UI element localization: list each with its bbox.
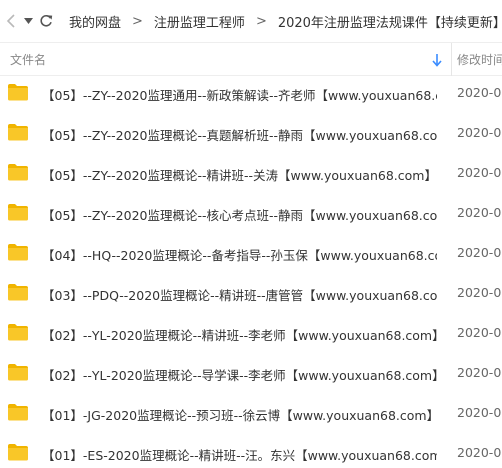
sort-arrow-icon[interactable] — [431, 52, 443, 67]
toolbar: 我的网盘 > 注册监理工程师 > 2020年注册监理法规课件【持续更新】 — [0, 0, 502, 42]
file-row[interactable]: 【03】--PDQ--2020监理概论--精讲班--唐管管【www.youxua… — [0, 276, 502, 316]
breadcrumb-separator: > — [255, 13, 267, 29]
file-modified-date: 2020-06 — [457, 125, 502, 140]
file-row[interactable]: 【04】--HQ--2020监理概论--备考指导--孙玉保【www.youxua… — [0, 236, 502, 276]
column-header-modified[interactable]: 修改时间 — [457, 51, 502, 68]
file-name[interactable]: 【01】-JG-2020监理概论--预习班--徐云博【www.youxuan68… — [42, 405, 437, 424]
file-name[interactable]: 【02】--YL-2020监理概论--导学课--李老师【www.youxuan6… — [42, 365, 437, 384]
column-divider[interactable] — [451, 43, 452, 76]
file-row[interactable]: 【05】--ZY--2020监理概论--真题解析班--静雨【www.youxua… — [0, 116, 502, 156]
file-name[interactable]: 【04】--HQ--2020监理概论--备考指导--孙玉保【www.youxua… — [42, 245, 437, 264]
file-modified-date: 2020-06 — [457, 405, 502, 420]
file-name[interactable]: 【05】--ZY--2020监理通用--新政策解读--齐老师【www.youxu… — [42, 85, 437, 104]
chevron-left-icon — [6, 14, 15, 28]
file-modified-date: 2020-06 — [457, 445, 502, 460]
file-name[interactable]: 【05】--ZY--2020监理概论--精讲班--关涛【www.youxuan6… — [42, 165, 437, 184]
file-row[interactable]: 【01】-ES-2020监理概论--精讲班--汪。东兴【www.youxuan6… — [0, 436, 502, 468]
file-modified-date: 2020-06 — [457, 245, 502, 260]
file-modified-date: 2020-06 — [457, 325, 502, 340]
file-list-header: 文件名 修改时间 — [0, 42, 502, 76]
refresh-icon — [40, 14, 53, 27]
file-modified-date: 2020-06 — [457, 205, 502, 220]
folder-icon — [8, 284, 28, 301]
file-modified-date: 2020-06 — [457, 365, 502, 380]
file-modified-date: 2020-06 — [457, 285, 502, 300]
folder-icon — [8, 324, 28, 341]
file-list: 【05】--ZY--2020监理通用--新政策解读--齐老师【www.youxu… — [0, 76, 502, 468]
folder-icon — [8, 84, 28, 101]
file-name[interactable]: 【05】--ZY--2020监理概论--真题解析班--静雨【www.youxua… — [42, 125, 437, 144]
breadcrumb-current[interactable]: 2020年注册监理法规课件【持续更新】 — [278, 12, 502, 31]
folder-icon — [8, 444, 28, 461]
file-row[interactable]: 【05】--ZY--2020监理概论--核心考点班--静雨【www.youxua… — [0, 196, 502, 236]
file-modified-date: 2020-06 — [457, 85, 502, 100]
file-row[interactable]: 【05】--ZY--2020监理通用--新政策解读--齐老师【www.youxu… — [0, 76, 502, 116]
file-name[interactable]: 【02】--YL-2020监理概论--精讲班--李老师【www.youxuan6… — [42, 325, 437, 344]
file-name[interactable]: 【01】-ES-2020监理概论--精讲班--汪。东兴【www.youxuan6… — [42, 445, 437, 464]
file-name[interactable]: 【03】--PDQ--2020监理概论--精讲班--唐管管【www.youxua… — [42, 285, 437, 304]
folder-icon — [8, 404, 28, 421]
column-header-name[interactable]: 文件名 — [10, 51, 46, 68]
breadcrumb-folder[interactable]: 注册监理工程师 — [154, 12, 245, 31]
file-row[interactable]: 【02】--YL-2020监理概论--精讲班--李老师【www.youxuan6… — [0, 316, 502, 356]
folder-icon — [8, 204, 28, 221]
breadcrumb-separator: > — [132, 13, 143, 29]
refresh-button[interactable] — [39, 9, 53, 33]
file-row[interactable]: 【01】-JG-2020监理概论--预习班--徐云博【www.youxuan68… — [0, 396, 502, 436]
file-name[interactable]: 【05】--ZY--2020监理概论--核心考点班--静雨【www.youxua… — [42, 205, 437, 224]
folder-icon — [8, 164, 28, 181]
file-modified-date: 2020-06 — [457, 165, 502, 180]
file-row[interactable]: 【02】--YL-2020监理概论--导学课--李老师【www.youxuan6… — [0, 356, 502, 396]
back-button[interactable] — [6, 9, 16, 33]
folder-icon — [8, 364, 28, 381]
forward-dropdown-button[interactable] — [24, 9, 33, 33]
file-row[interactable]: 【05】--ZY--2020监理概论--精讲班--关涛【www.youxuan6… — [0, 156, 502, 196]
folder-icon — [8, 244, 28, 261]
caret-down-icon — [24, 18, 33, 24]
breadcrumb-root[interactable]: 我的网盘 — [69, 12, 121, 31]
folder-icon — [8, 124, 28, 141]
